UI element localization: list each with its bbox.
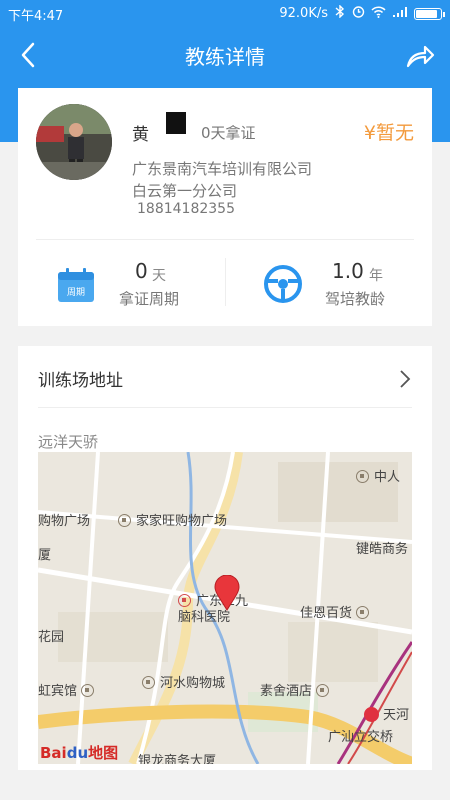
company-name: 广东景南汽车培训有限公司 白云第一分公司 — [132, 158, 312, 202]
map-label: 银龙商务大厦 — [138, 754, 217, 764]
map-label: 佳恩百货 — [300, 602, 374, 621]
map-label: 素舍酒店 — [260, 680, 334, 699]
training-place-name: 远洋天骄 — [38, 433, 99, 451]
teaching-years-label: 驾培教龄 — [325, 290, 386, 308]
teaching-years-value: 1.0 — [332, 259, 364, 283]
phone-number[interactable]: 18814182355 — [137, 201, 235, 217]
map-label: 广汕立交桥 — [328, 730, 394, 745]
page-title: 教练详情 — [185, 45, 265, 69]
nav-bar: 教练详情 — [0, 26, 450, 82]
battery-icon — [414, 7, 445, 20]
share-icon[interactable] — [404, 40, 436, 70]
steering-wheel-icon — [263, 264, 303, 304]
cert-period-unit: 天 — [152, 268, 166, 284]
cert-period-value: 0 — [135, 259, 148, 283]
divider — [225, 258, 226, 306]
chevron-right-icon[interactable] — [398, 368, 412, 390]
map-label: 家家旺购物广场 — [118, 510, 227, 529]
avatar — [36, 104, 112, 180]
wifi-icon — [371, 5, 386, 22]
days-to-certificate: 0天拿证 — [201, 124, 256, 142]
training-address-title[interactable]: 训练场地址 — [38, 366, 123, 391]
map-label: 花园 — [38, 630, 65, 645]
map-label: 河水购物城 — [142, 672, 225, 691]
calendar-icon-text: 周期 — [67, 287, 85, 298]
map-label: 中人 — [356, 466, 400, 485]
bluetooth-icon — [334, 4, 346, 22]
alarm-icon — [352, 5, 365, 22]
signal-icon — [392, 6, 408, 22]
cert-period-label: 拿证周期 — [119, 290, 180, 308]
map-label: 虹宾馆 — [38, 680, 99, 699]
calendar-icon: 周期 — [56, 266, 96, 306]
metro-icon — [364, 707, 379, 722]
map-label: 键皓商务 — [356, 542, 409, 557]
coach-name-char: 黄 — [132, 125, 149, 145]
divider — [36, 239, 414, 240]
map-label: 天河 — [364, 704, 409, 723]
company-line-1: 广东景南汽车培训有限公司 — [132, 160, 313, 178]
map[interactable]: 中人 购物广场 家家旺购物广场 厦 键皓商务 广东三九脑科医院 佳恩百货 花园 … — [38, 452, 412, 764]
company-line-2: 白云第一分公司 — [132, 182, 238, 200]
status-bar: 下午4:47 92.0K/s — [0, 0, 450, 26]
teaching-years-unit: 年 — [369, 268, 383, 284]
divider — [38, 407, 412, 408]
location-pin-icon — [214, 575, 240, 611]
baidu-map-logo: Baidu地图 — [40, 744, 119, 762]
network-speed: 92.0K/s — [279, 6, 328, 21]
training-address-card: 训练场地址 远洋天骄 中人 购物广场 家家旺购物广场 厦 键皓商务 广东三九脑科 — [18, 346, 432, 770]
price: ¥暂无 — [363, 122, 414, 144]
status-icons: 92.0K/s — [279, 4, 445, 22]
map-label: 厦 — [38, 548, 52, 563]
coach-profile-card: 黄 0天拿证 ¥暂无 广东景南汽车培训有限公司 白云第一分公司 18814182… — [18, 88, 432, 326]
status-time: 下午4:47 — [8, 9, 64, 24]
name-redaction — [166, 112, 186, 134]
coach-name: 黄 — [130, 112, 200, 145]
map-label: 购物广场 — [38, 514, 91, 529]
